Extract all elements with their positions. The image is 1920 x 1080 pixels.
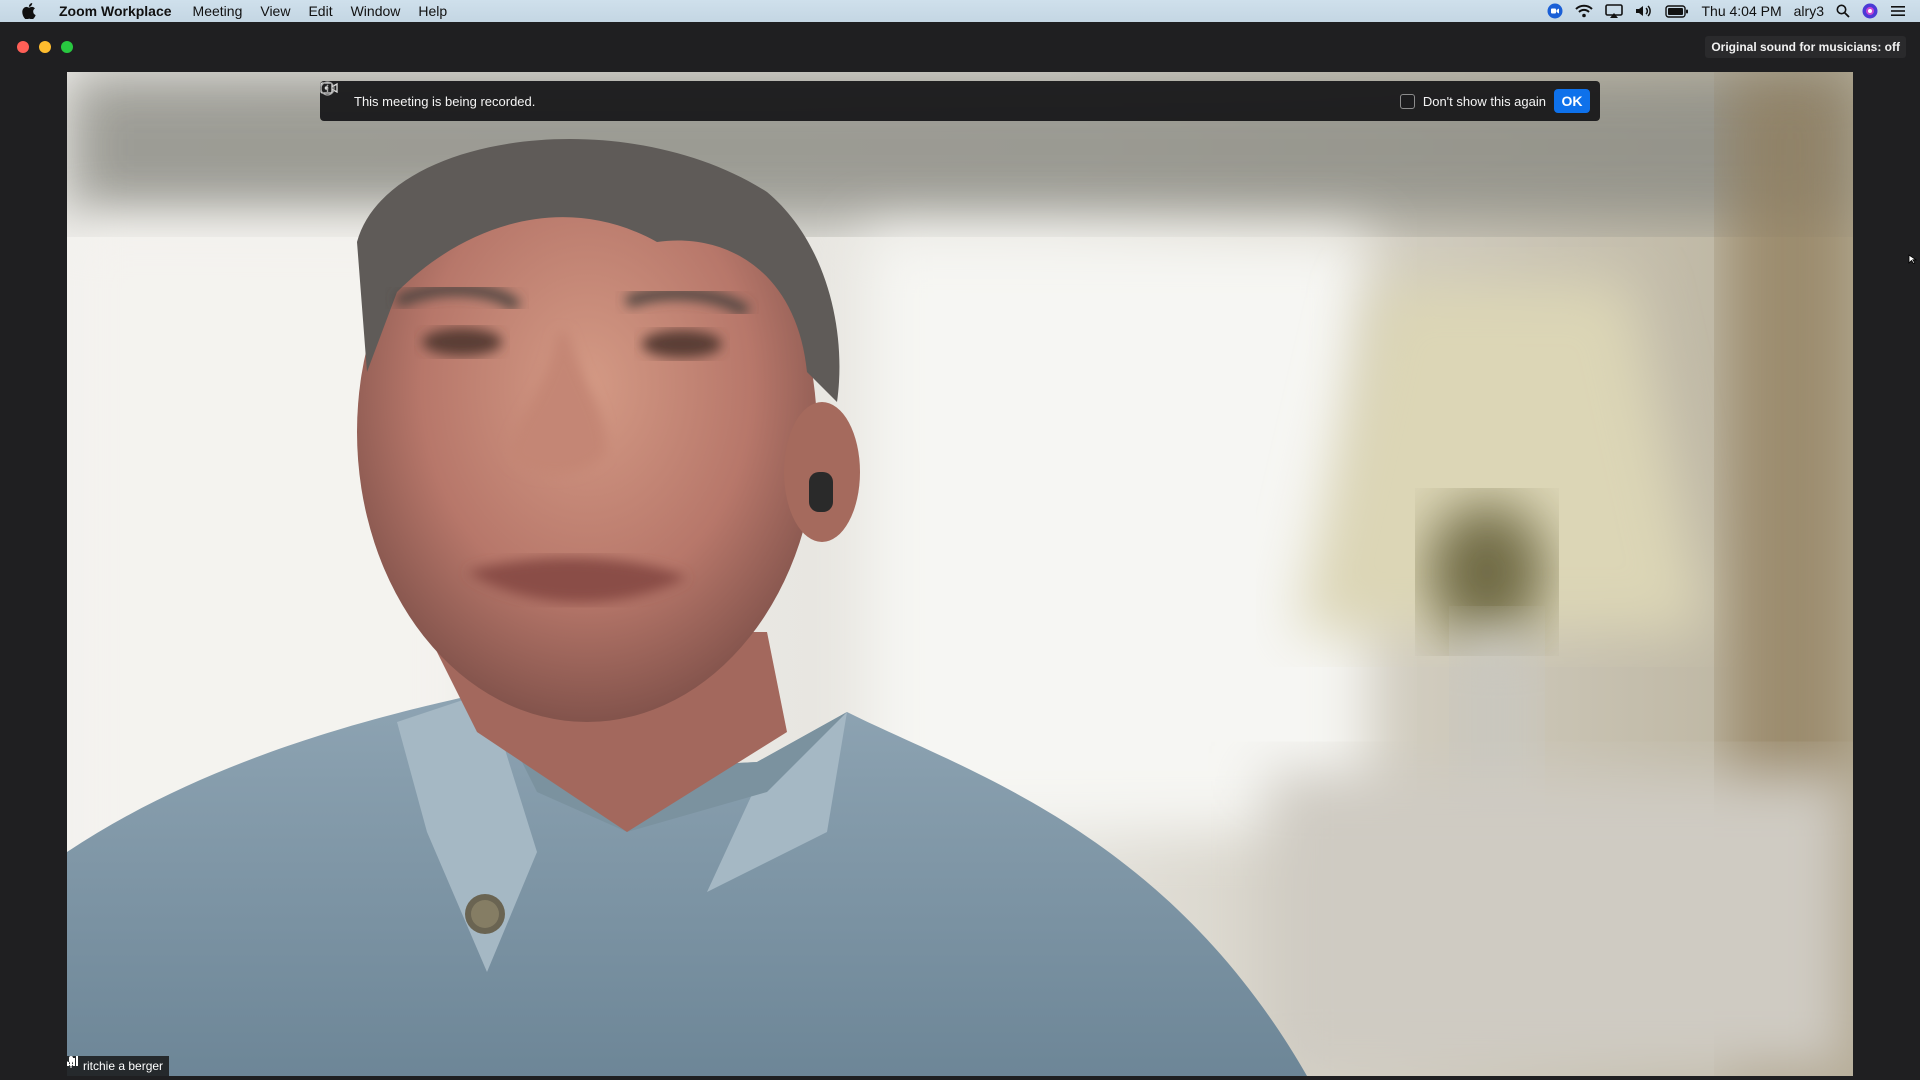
zoom-meeting-window: Original sound for musicians: off This m…	[0, 22, 1920, 1080]
wifi-icon[interactable]	[1575, 0, 1594, 22]
recording-notice-text: This meeting is being recorded.	[354, 93, 536, 109]
menu-help[interactable]: Help	[409, 0, 456, 22]
dont-show-again-label[interactable]: Don't show this again	[1423, 94, 1546, 109]
ok-button[interactable]: OK	[1554, 89, 1590, 113]
video-frame-image	[67, 72, 1853, 1076]
participant-video[interactable]: This meeting is being recorded. Don't sh…	[67, 72, 1853, 1076]
participant-name: ritchie a berger	[83, 1059, 164, 1073]
menu-app-name[interactable]: Zoom Workplace	[50, 0, 184, 22]
siri-icon[interactable]	[1862, 0, 1878, 22]
participant-name-tag: ritchie a berger	[67, 1056, 170, 1076]
close-button[interactable]	[17, 41, 29, 53]
search-icon[interactable]	[1836, 0, 1850, 22]
minimize-button[interactable]	[39, 41, 51, 53]
info-icon[interactable]	[320, 81, 561, 109]
window-titlebar: Original sound for musicians: off	[0, 22, 1920, 70]
menu-edit[interactable]: Edit	[299, 0, 341, 22]
maximize-button[interactable]	[61, 41, 73, 53]
original-sound-indicator[interactable]: Original sound for musicians: off	[1705, 36, 1906, 58]
zoom-status-icon[interactable]	[1547, 0, 1563, 22]
menu-window[interactable]: Window	[342, 0, 410, 22]
menu-view[interactable]: View	[251, 0, 299, 22]
menubar-clock[interactable]: Thu 4:04 PM	[1701, 3, 1781, 19]
control-center-icon[interactable]	[1890, 0, 1906, 22]
apple-icon[interactable]	[18, 3, 40, 19]
recording-notice-banner: This meeting is being recorded. Don't sh…	[320, 81, 1600, 121]
menubar-user[interactable]: alry3	[1794, 3, 1824, 19]
mouse-cursor-icon	[1908, 254, 1918, 264]
battery-icon[interactable]	[1665, 0, 1689, 22]
volume-icon[interactable]	[1635, 0, 1653, 22]
dont-show-again-checkbox[interactable]	[1399, 93, 1415, 109]
airplay-icon[interactable]	[1605, 0, 1624, 22]
menu-meeting[interactable]: Meeting	[184, 0, 252, 22]
macos-menu-bar: Zoom Workplace Meeting View Edit Window …	[0, 0, 1920, 22]
